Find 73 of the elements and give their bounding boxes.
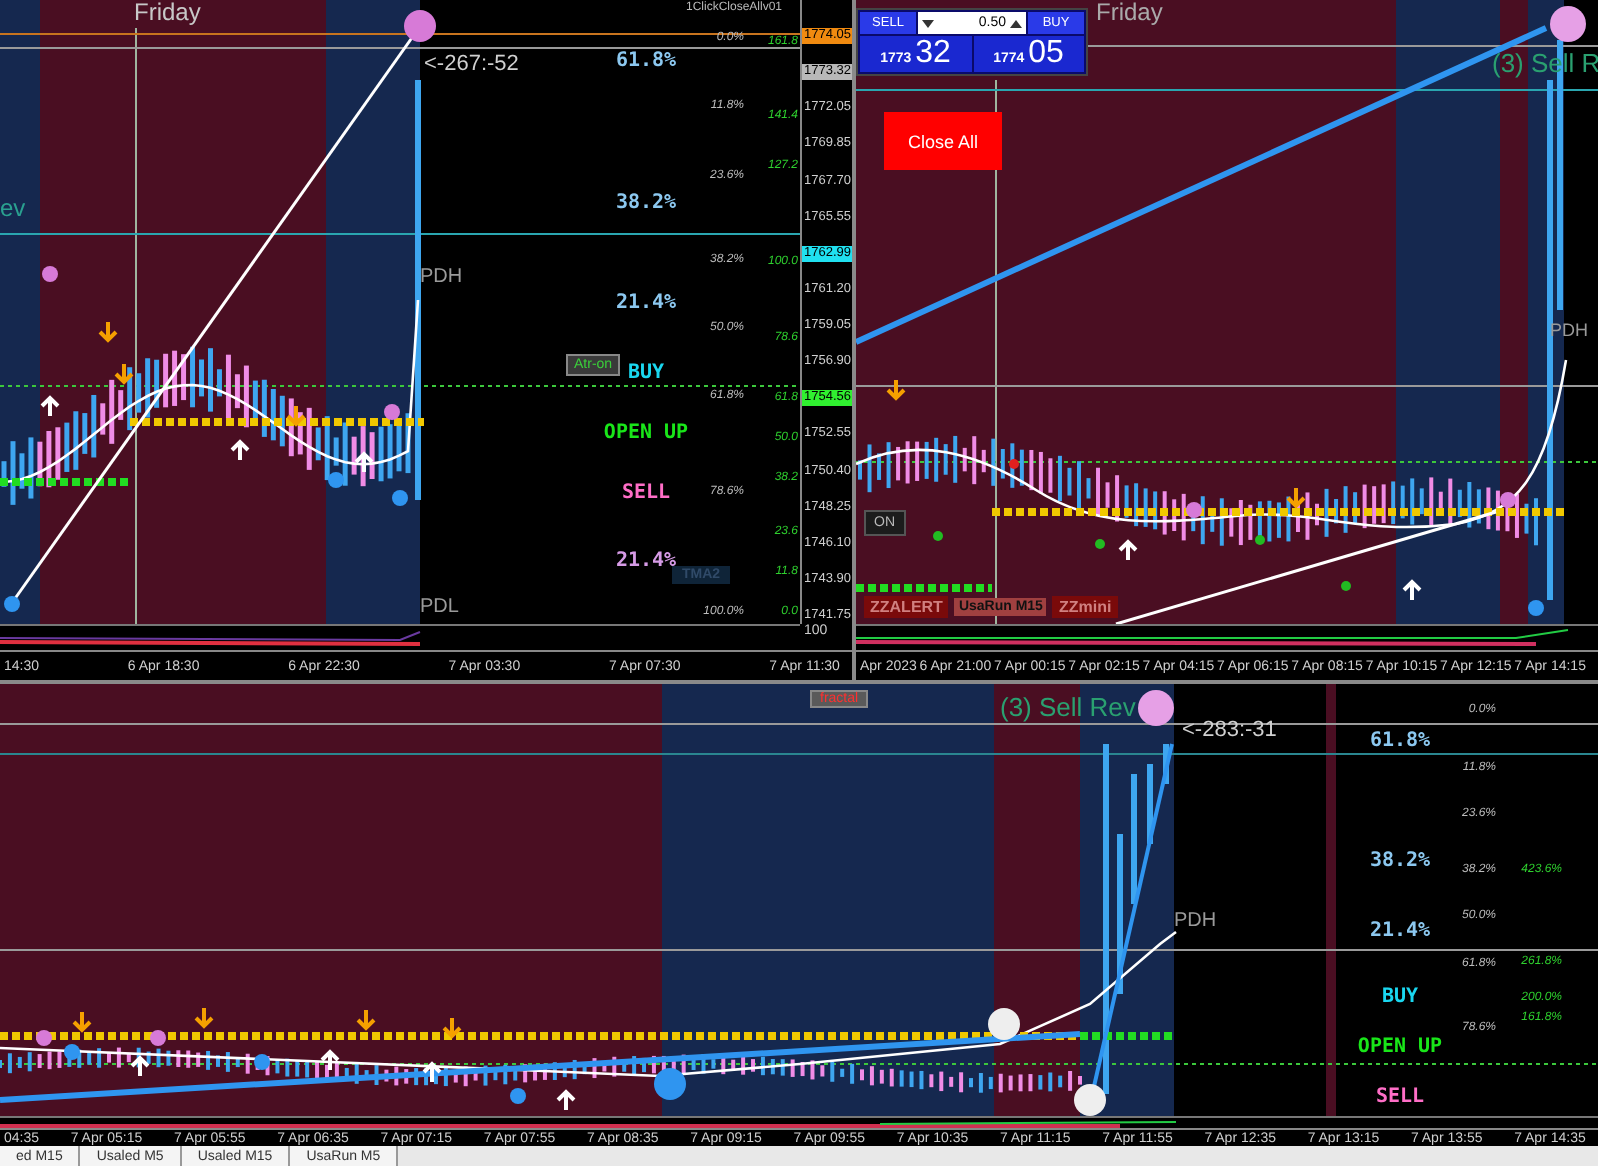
increase-icon[interactable]: [1010, 17, 1022, 29]
up-arrow-icon: [1118, 539, 1138, 562]
zigzag-button[interactable]: ZZmini: [1052, 596, 1118, 618]
zigzag-button[interactable]: ZZALERT: [864, 596, 949, 618]
pivot-label: PDH: [420, 268, 463, 288]
signal-dot: [988, 1008, 1020, 1040]
signal-dot: [1528, 600, 1544, 616]
up-arrow-icon: [354, 451, 374, 474]
signal-dot: [384, 404, 400, 420]
price-points: 05: [1028, 38, 1064, 70]
support-line: [856, 584, 992, 592]
signal-dot: [1138, 690, 1174, 726]
down-arrow-icon: [194, 1006, 214, 1029]
up-arrow-icon: [320, 1049, 340, 1072]
signal-dot: [36, 1030, 52, 1046]
down-arrow-icon: [98, 320, 118, 343]
down-arrow-icon: [442, 1016, 462, 1039]
signal-dot: [654, 1068, 686, 1100]
day-label: Friday: [1096, 0, 1163, 24]
fibonacci-level-label: 38.2%: [615, 194, 677, 214]
signal-dot: [1095, 539, 1105, 549]
signal-dot: [4, 596, 20, 612]
pivot-label: PDH: [1174, 912, 1217, 932]
fibonacci-level-label: OPEN UP: [603, 424, 689, 444]
up-arrow-icon: [422, 1061, 442, 1084]
fibonacci-level-label: 21.4%: [615, 294, 677, 314]
signal-dot: [254, 1054, 270, 1070]
signal-dot: [1341, 581, 1351, 591]
signal-dot: [1500, 492, 1516, 508]
down-arrow-icon: [886, 378, 906, 401]
fibonacci-level-label: BUY: [627, 364, 665, 384]
signal-dot: [1009, 459, 1019, 469]
fibonacci-level-label: 61.8%: [1369, 732, 1431, 752]
up-arrow-icon: [40, 395, 60, 418]
signal-dot: [328, 472, 344, 488]
up-arrow-icon: [130, 1055, 150, 1078]
fibonacci-level-label: 21.4%: [1369, 922, 1431, 942]
fibonacci-level-label: OPEN UP: [1357, 1038, 1443, 1058]
signal-dot: [510, 1088, 526, 1104]
close-all-button[interactable]: Close All: [884, 112, 1002, 170]
signal-dot: [1550, 6, 1586, 42]
signal-dot: [150, 1030, 166, 1046]
signal-dot: [1186, 502, 1202, 518]
day-label: Friday: [134, 0, 201, 24]
fibonacci-level-label: SELL: [1375, 1088, 1425, 1108]
signal-dot: [42, 266, 58, 282]
fibonacci-level-label: 38.2%: [1369, 852, 1431, 872]
price-points: 32: [915, 38, 951, 70]
down-arrow-icon: [356, 1008, 376, 1031]
down-arrow-icon: [1286, 486, 1306, 509]
fibonacci-level-label: BUY: [1381, 988, 1419, 1008]
signal-dot: [1255, 535, 1265, 545]
signal-label: ev: [0, 196, 26, 220]
up-arrow-icon: [1402, 579, 1422, 602]
fibonacci-level-label: 21.4%: [615, 552, 677, 572]
down-arrow-icon: [72, 1010, 92, 1033]
fibonacci-level-label: SELL: [621, 484, 671, 504]
up-arrow-icon: [230, 439, 250, 462]
decrease-icon[interactable]: [922, 17, 934, 29]
signal-label: (3) Sell Rev: [1000, 694, 1136, 720]
support-line: [0, 478, 130, 486]
pivot-label: <-267:-52: [424, 54, 519, 76]
signal-dot: [404, 10, 436, 42]
signal-dot: [392, 490, 408, 506]
up-arrow-icon: [556, 1089, 576, 1112]
signal-dot: [933, 531, 943, 541]
pivot-label: <-283:-31: [1182, 720, 1277, 742]
down-arrow-icon: [286, 404, 306, 427]
pivot-label: PDL: [420, 598, 459, 618]
down-arrow-icon: [114, 362, 134, 385]
fibonacci-level-label: 61.8%: [615, 52, 677, 72]
signal-dot: [64, 1044, 80, 1060]
signal-dot: [1074, 1084, 1106, 1116]
